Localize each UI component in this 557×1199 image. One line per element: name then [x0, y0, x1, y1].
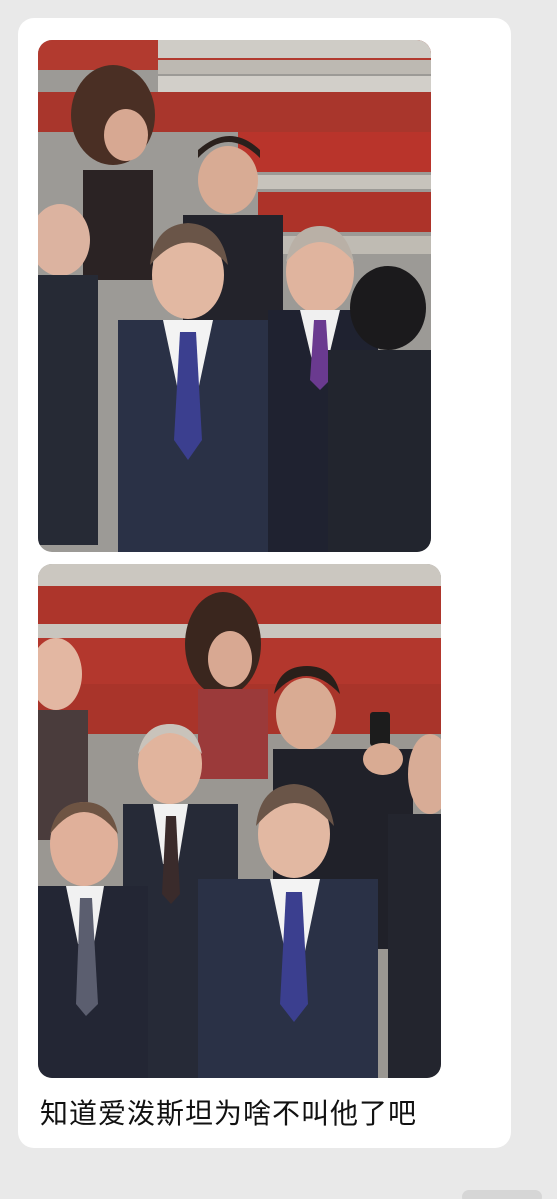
photo-bottom-scene	[38, 564, 441, 1078]
message-bubble[interactable]: 知道爱泼斯坦为啥不叫他了吧	[18, 18, 511, 1148]
chat-area: 知道爱泼斯坦为啥不叫他了吧	[0, 0, 557, 1199]
message-caption: 知道爱泼斯坦为啥不叫他了吧	[40, 1097, 418, 1130]
message-photo-top[interactable]	[38, 40, 431, 552]
photo-top-scene	[38, 40, 431, 552]
message-photo-bottom[interactable]	[38, 564, 441, 1078]
scroll-indicator	[462, 1190, 542, 1199]
